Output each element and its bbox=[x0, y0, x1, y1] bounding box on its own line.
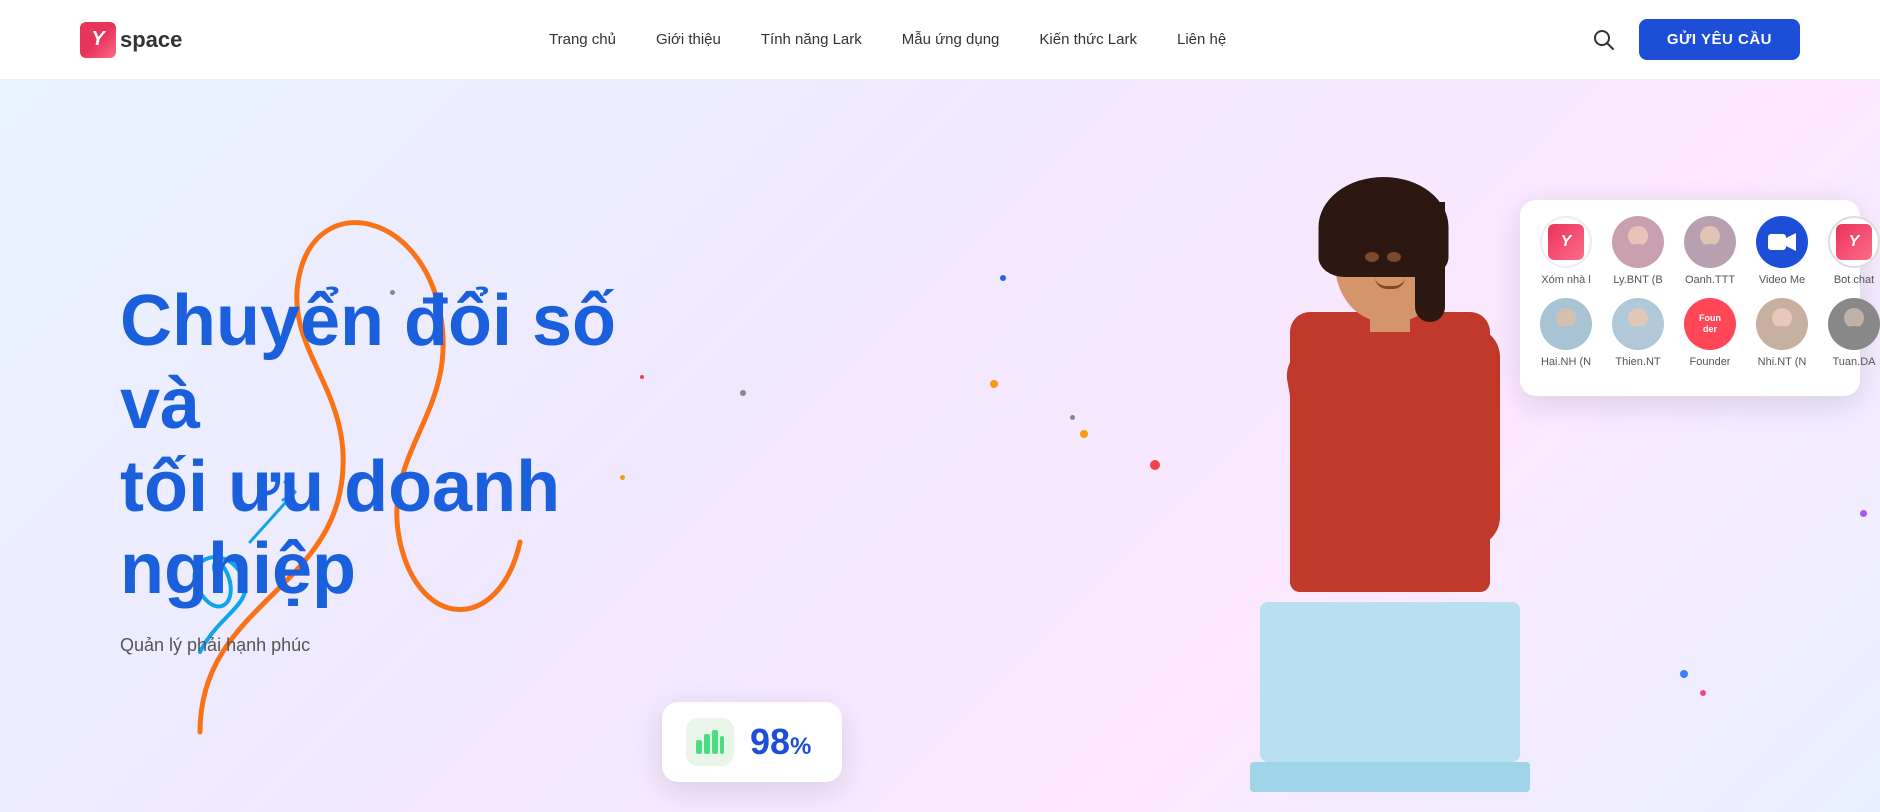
avatar-tuan bbox=[1828, 298, 1880, 350]
nav-gioi-thieu[interactable]: Giới thiệu bbox=[656, 31, 721, 48]
search-button[interactable] bbox=[1593, 29, 1615, 51]
contact-item-video[interactable]: Video Me bbox=[1752, 216, 1812, 286]
avatar-label-founder: Founder bbox=[1690, 356, 1731, 368]
nav-trang-chu[interactable]: Trang chủ bbox=[549, 31, 616, 48]
nav-kien-thuc[interactable]: Kiến thức Lark bbox=[1039, 31, 1137, 48]
avatar-xom: Y bbox=[1540, 216, 1592, 268]
decorative-dot bbox=[1680, 670, 1688, 678]
contact-item-ly[interactable]: Ly.BNT (B bbox=[1608, 216, 1668, 286]
hero-content: Chuyển đổi số và tối ưu doanh nghiệp Quả… bbox=[120, 280, 616, 656]
contact-item-hai[interactable]: Hai.NH (N bbox=[1536, 298, 1596, 368]
stats-value: 98% bbox=[750, 721, 811, 763]
avatar-oanh bbox=[1684, 216, 1736, 268]
hero-title: Chuyển đổi số và tối ưu doanh nghiệp bbox=[120, 280, 616, 611]
avatar-label-ly: Ly.BNT (B bbox=[1613, 274, 1662, 286]
avatar-label-oanh: Oanh.TTT bbox=[1685, 274, 1735, 286]
avatar-label-hai: Hai.NH (N bbox=[1541, 356, 1591, 368]
avatar-label-thien: Thien.NT bbox=[1615, 356, 1660, 368]
header: Y space Trang chủ Giới thiệu Tính năng L… bbox=[0, 0, 1880, 80]
decorative-dot bbox=[1070, 415, 1075, 420]
nav-tinh-nang[interactable]: Tính năng Lark bbox=[761, 31, 862, 48]
nav-mau-ung-dung[interactable]: Mẫu ứng dụng bbox=[902, 31, 1000, 48]
avatar-video bbox=[1756, 216, 1808, 268]
decorative-dot bbox=[740, 390, 746, 396]
avatar-ly bbox=[1612, 216, 1664, 268]
contact-item-bot[interactable]: Y Bot chat bbox=[1824, 216, 1880, 286]
logo-icon: Y bbox=[80, 22, 116, 58]
avatar-label-bot: Bot chat bbox=[1834, 274, 1874, 286]
decorative-dot bbox=[1860, 510, 1867, 517]
decorative-dot bbox=[1000, 275, 1006, 281]
avatar-label-xom: Xóm nhà l bbox=[1541, 274, 1591, 286]
contact-item-founder[interactable]: Founder Founder bbox=[1680, 298, 1740, 368]
avatar-label-video: Video Me bbox=[1759, 274, 1805, 286]
search-icon bbox=[1593, 29, 1615, 51]
hero-section: Chuyển đổi số và tối ưu doanh nghiệp Quả… bbox=[0, 80, 1880, 812]
avatar-label-nhi: Nhi.NT (N bbox=[1758, 356, 1807, 368]
avatar-thien bbox=[1612, 298, 1664, 350]
avatar-label-tuan: Tuan.DA bbox=[1832, 356, 1875, 368]
hero-subtitle: Quản lý phải hạnh phúc bbox=[120, 635, 616, 656]
cta-button[interactable]: GỬI YÊU CẦU bbox=[1639, 19, 1800, 60]
main-nav: Trang chủ Giới thiệu Tính năng Lark Mẫu … bbox=[549, 31, 1226, 48]
avatar-founder: Founder bbox=[1684, 298, 1736, 350]
contact-item-tuan[interactable]: Tuan.DA bbox=[1824, 298, 1880, 368]
contact-panel: Y Xóm nhà l Ly.BNT (B Oanh.TTT bbox=[1520, 200, 1860, 396]
avatar-hai bbox=[1540, 298, 1592, 350]
stats-icon bbox=[686, 718, 734, 766]
contact-item-oanh[interactable]: Oanh.TTT bbox=[1680, 216, 1740, 286]
decorative-dot bbox=[990, 380, 998, 388]
decorative-dot bbox=[1700, 690, 1706, 696]
logo-text: space bbox=[120, 27, 182, 53]
contact-item-nhi[interactable]: Nhi.NT (N bbox=[1752, 298, 1812, 368]
header-right: GỬI YÊU CẦU bbox=[1593, 19, 1800, 60]
contact-row-2: Hai.NH (N Thien.NT Founder Founder bbox=[1536, 298, 1844, 368]
contact-item-thien[interactable]: Thien.NT bbox=[1608, 298, 1668, 368]
decorative-dot bbox=[1080, 430, 1088, 438]
nav-lien-he[interactable]: Liên hệ bbox=[1177, 31, 1226, 48]
contact-item-xom[interactable]: Y Xóm nhà l bbox=[1536, 216, 1596, 286]
decorative-dot bbox=[1150, 460, 1160, 470]
avatar-bot: Y bbox=[1828, 216, 1880, 268]
avatar-nhi bbox=[1756, 298, 1808, 350]
logo[interactable]: Y space bbox=[80, 22, 182, 58]
contact-row-1: Y Xóm nhà l Ly.BNT (B Oanh.TTT bbox=[1536, 216, 1844, 286]
stats-card: 98% bbox=[662, 702, 842, 782]
